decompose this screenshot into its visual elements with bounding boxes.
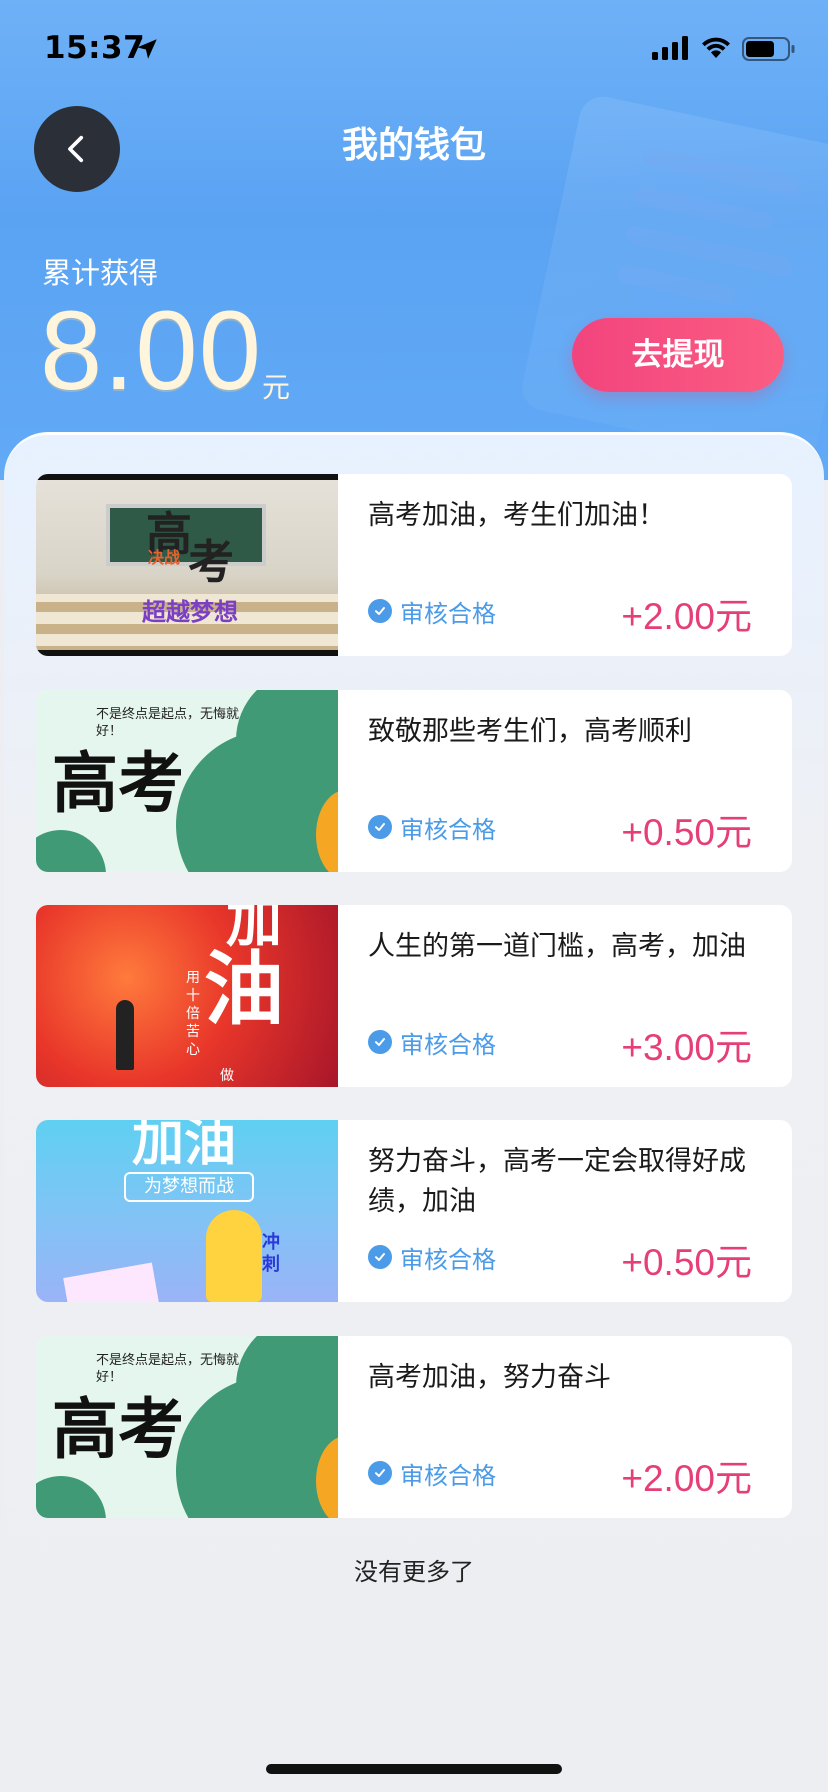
thumbnail-image: 加 油 用十倍苦心 做 [36, 905, 338, 1087]
status-badge: 审核合格 [368, 596, 496, 628]
status-bar: 15:37 [0, 0, 828, 100]
end-of-list-text: 没有更多了 [354, 1558, 474, 1586]
check-circle-icon [368, 1030, 392, 1054]
item-title: 努力奋斗，高考一定会取得好成绩，加油 [368, 1146, 746, 1217]
status-badge: 审核合格 [368, 1027, 496, 1059]
item-title: 高考加油，考生们加油！ [368, 500, 665, 531]
item-title: 人生的第一道门槛，高考，加油 [368, 931, 746, 962]
check-circle-icon [368, 599, 392, 623]
item-title: 致敬那些考生们，高考顺利 [368, 716, 692, 747]
home-indicator[interactable] [266, 1764, 562, 1774]
thumbnail-image: 不是终点是起点，无悔就好！ 高考 [36, 690, 338, 872]
status-text: 审核合格 [400, 1461, 496, 1490]
reward-amount: +0.50元 [621, 1242, 752, 1283]
list-item[interactable]: 不是终点是起点，无悔就好！ 高考 高考加油，努力奋斗 审核合格 +2.00元 [36, 1336, 792, 1518]
thumbnail-image: 加油 为梦想而战 冲刺 [36, 1120, 338, 1302]
status-badge: 审核合格 [368, 812, 496, 844]
list-item[interactable]: 加油 为梦想而战 冲刺 努力奋斗，高考一定会取得好成绩，加油 审核合格 +0.5… [36, 1120, 792, 1302]
status-text: 审核合格 [400, 815, 496, 844]
cellular-signal-icon [652, 36, 688, 60]
reward-amount: +2.00元 [621, 1458, 752, 1499]
item-title: 高考加油，努力奋斗 [368, 1362, 611, 1393]
withdraw-button[interactable]: 去提现 [572, 318, 784, 392]
status-text: 审核合格 [400, 1030, 496, 1059]
list-item[interactable]: 不是终点是起点，无悔就好！ 高考 致敬那些考生们，高考顺利 审核合格 +0.50… [36, 690, 792, 872]
page-title: 我的钱包 [341, 125, 486, 166]
wifi-icon [702, 37, 730, 58]
list-item[interactable]: 高 考 决战 超越梦想 高考加油，考生们加油！ 审核合格 +2.00元 [36, 474, 792, 656]
reward-amount: +3.00元 [621, 1027, 752, 1068]
thumbnail-image: 不是终点是起点，无悔就好！ 高考 [36, 1336, 338, 1518]
check-circle-icon [368, 1461, 392, 1485]
earned-label: 累计获得 [42, 256, 159, 290]
status-text: 审核合格 [400, 599, 496, 628]
thumbnail-image: 高 考 决战 超越梦想 [36, 474, 338, 656]
check-circle-icon [368, 1245, 392, 1269]
earned-amount: 8.00 [40, 288, 262, 413]
check-circle-icon [368, 815, 392, 839]
reward-amount: +2.00元 [621, 596, 752, 637]
location-arrow-icon [137, 39, 157, 59]
status-badge: 审核合格 [368, 1458, 496, 1490]
list-item[interactable]: 加 油 用十倍苦心 做 人生的第一道门槛，高考，加油 审核合格 +3.00元 [36, 905, 792, 1087]
status-badge: 审核合格 [368, 1242, 496, 1274]
earned-unit: 元 [262, 371, 291, 404]
battery-icon [742, 37, 795, 61]
status-text: 审核合格 [400, 1245, 496, 1274]
status-time: 15:37 [44, 30, 146, 66]
reward-amount: +0.50元 [621, 812, 752, 853]
